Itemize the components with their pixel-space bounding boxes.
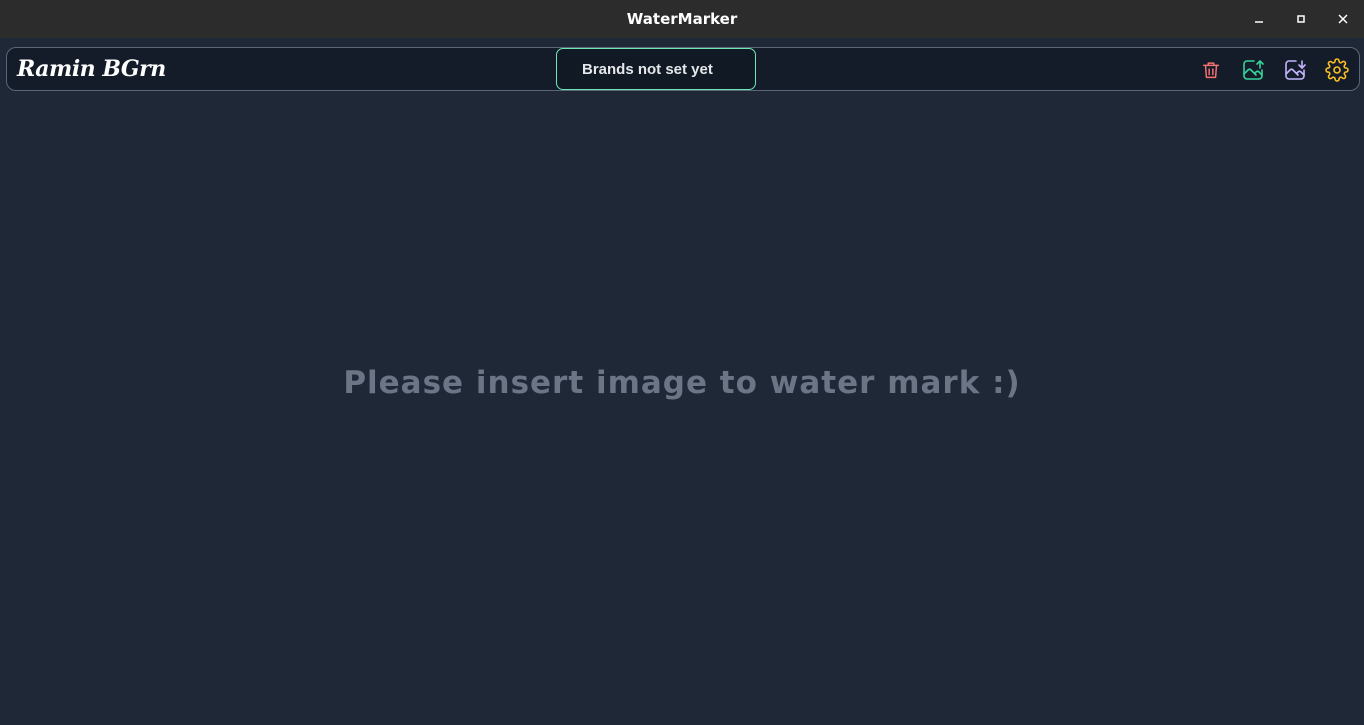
title-bar: WaterMarker	[0, 0, 1364, 38]
minimize-button[interactable]	[1238, 0, 1280, 38]
download-image-button[interactable]	[1281, 56, 1309, 84]
maximize-icon	[1297, 15, 1305, 23]
close-icon	[1338, 14, 1348, 24]
gear-icon	[1325, 58, 1349, 82]
brand-logo: Ramin BGrn	[17, 56, 166, 82]
trash-icon	[1202, 62, 1220, 79]
close-button[interactable]	[1322, 0, 1364, 38]
maximize-button[interactable]	[1280, 0, 1322, 38]
upload-image-button[interactable]	[1239, 56, 1267, 84]
empty-state-message: Please insert image to water mark :)	[343, 365, 1021, 401]
delete-button[interactable]	[1197, 56, 1225, 84]
window-title: WaterMarker	[626, 10, 738, 28]
brands-status-label: Brands not set yet	[582, 60, 713, 78]
image-upload-icon	[1243, 60, 1264, 80]
image-download-icon	[1285, 60, 1306, 80]
app-bar: Ramin BGrn Brands not set yet	[6, 47, 1360, 91]
settings-button[interactable]	[1323, 56, 1351, 84]
window-controls	[1238, 0, 1364, 38]
minimize-icon	[1255, 21, 1263, 23]
app-window: WaterMarker Ramin BGrn Brands not set ye…	[0, 0, 1364, 725]
toolbar	[1197, 56, 1351, 84]
brands-status-button[interactable]: Brands not set yet	[556, 48, 756, 90]
